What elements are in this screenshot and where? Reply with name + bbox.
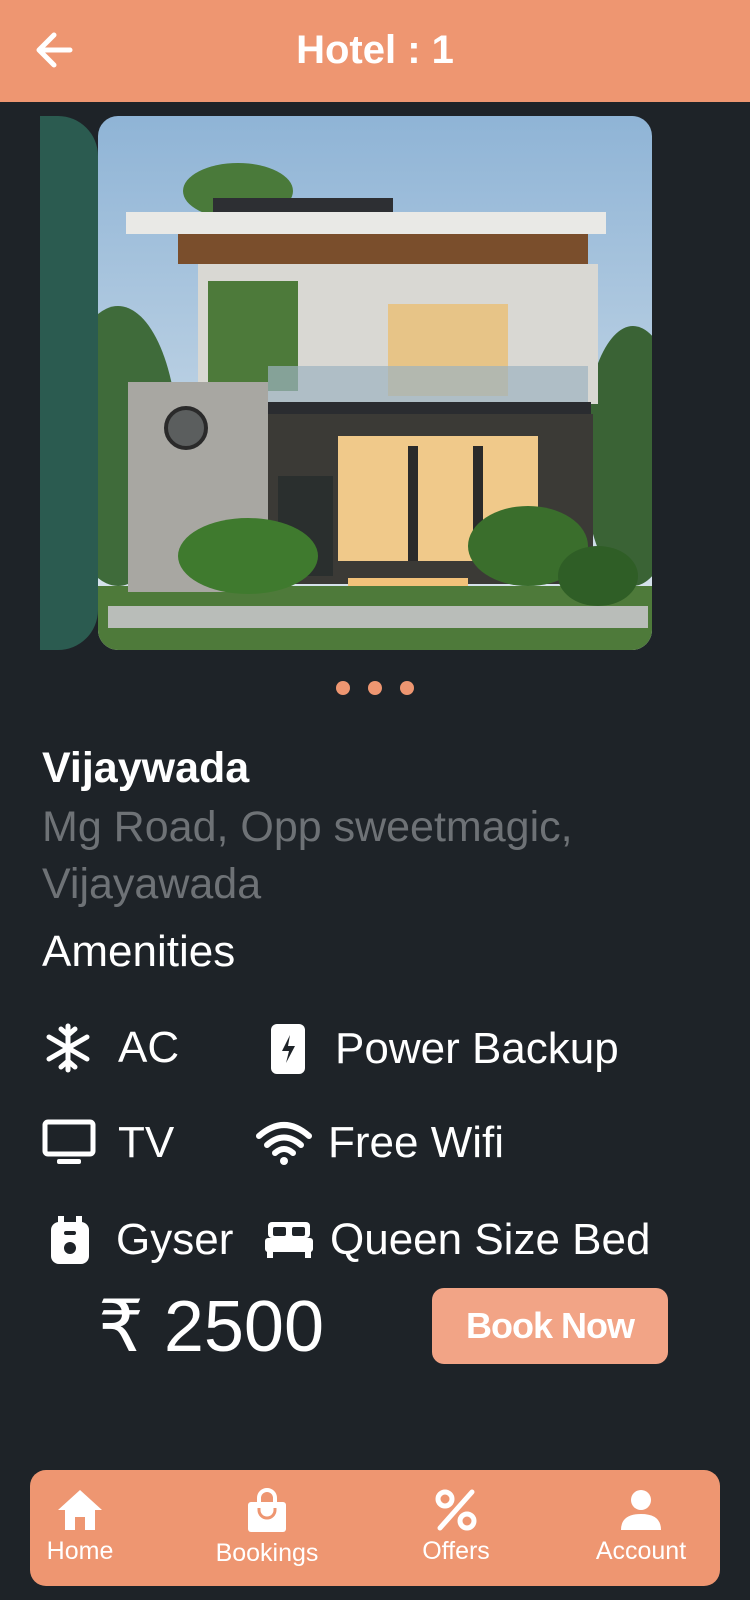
home-icon [58, 1490, 102, 1530]
amenity-label: Queen Size Bed [330, 1215, 651, 1264]
bottom-nav: Home Bookings Offers Account [30, 1470, 720, 1586]
snowflake-icon [46, 1023, 90, 1073]
nav-offers[interactable]: Offers [414, 1488, 498, 1566]
amenity-ac: AC [42, 1021, 179, 1075]
amenity-geyser: Gyser [48, 1213, 233, 1267]
geyser-icon [51, 1216, 89, 1264]
book-now-button[interactable]: Book Now [432, 1288, 668, 1364]
page-title: Hotel : 1 [296, 28, 454, 72]
app-bar: Hotel : 1 [0, 0, 750, 102]
tv-icon [42, 1119, 96, 1164]
carousel-dot[interactable] [400, 681, 415, 695]
carousel-previous-slide[interactable] [40, 116, 98, 650]
carousel-dot[interactable] [368, 681, 382, 695]
amenity-queen-bed: Queen Size Bed [264, 1213, 650, 1267]
amenity-power-backup: Power Backup [268, 1021, 619, 1077]
amenity-label: Free Wifi [328, 1118, 504, 1167]
nav-home[interactable]: Home [38, 1488, 122, 1566]
amenity-label: TV [118, 1118, 175, 1167]
carousel-dots [0, 681, 750, 700]
amenity-label: Gyser [116, 1215, 234, 1264]
nav-label: Home [46, 1537, 114, 1565]
amenity-label: Power Backup [335, 1024, 619, 1073]
hotel-address: Mg Road, Opp sweetmagic, Vijayawada [42, 803, 573, 908]
hotel-city: Vijaywada [42, 744, 250, 792]
amenity-wifi: Free Wifi [256, 1116, 504, 1170]
nav-account[interactable]: Account [584, 1488, 698, 1566]
percent-icon [435, 1489, 477, 1531]
amenity-tv: TV [42, 1116, 174, 1170]
battery-phone-icon [271, 1024, 305, 1074]
nav-label: Bookings [215, 1539, 319, 1567]
person-icon [621, 1490, 661, 1530]
hotel-image[interactable] [98, 116, 652, 650]
nav-label: Account [595, 1537, 687, 1565]
nav-label: Offers [422, 1537, 490, 1565]
nav-bookings[interactable]: Bookings [208, 1488, 326, 1568]
amenity-label: AC [118, 1023, 180, 1072]
carousel-dot[interactable] [335, 681, 350, 695]
shopping-bag-icon [248, 1488, 286, 1532]
wifi-icon [256, 1122, 312, 1165]
amenities-heading: Amenities [42, 927, 236, 976]
bed-icon [265, 1222, 313, 1258]
price-label: ₹ 2500 [98, 1287, 324, 1367]
